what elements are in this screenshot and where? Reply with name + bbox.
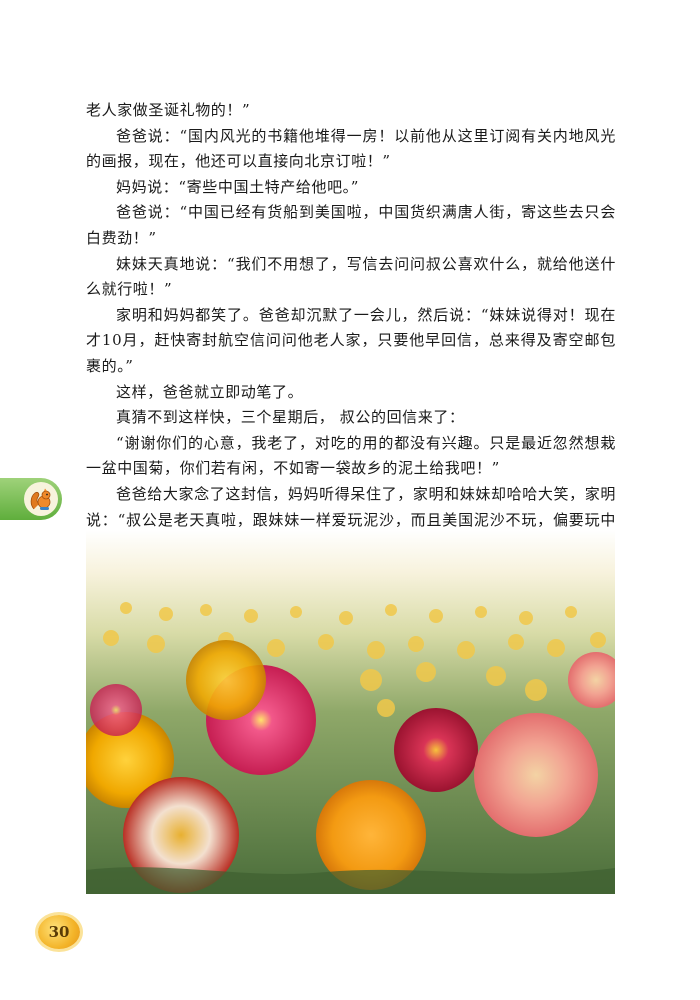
paragraph: 爸爸说：“国内风光的书籍他堆得一房！以前他从这里订阅有关内地风光的画报，现在，他… [86, 126, 616, 171]
paragraph: 真猜不到这样快，三个星期后， 叔公的回信来了： [116, 408, 465, 427]
paragraph: 爸爸说：“中国已经有货船到美国啦，中国货织满唐人街，寄这些去只会白费劲！” [86, 203, 616, 247]
page-number-badge: 30 [38, 915, 80, 949]
chrysanthemum-field-photo [86, 530, 615, 894]
paragraph: 妹妹天真地说：“我们不用想了，写信去问问叔公喜欢什么，就给他送什么就行啦！” [86, 254, 616, 299]
paragraph: “谢谢你们的心意，我老了，对吃的用的都没有兴趣。只是最近忽然想栽一盆中国菊，你们… [86, 433, 616, 478]
chapter-side-tab [0, 478, 62, 520]
textbook-page: 老人家做圣诞礼物的！” 爸爸说：“国内风光的书籍他堆得一房！以前他从这里订阅有关… [0, 0, 700, 1000]
paragraph: 家明和妈妈都笑了。爸爸却沉默了一会儿，然后说：“妹妹说得对！现在才10月，赶快寄… [86, 305, 616, 375]
paragraph: 妈妈说：“寄些中国土特产给他吧。” [116, 177, 360, 196]
squirrel-icon [30, 488, 51, 510]
story-text: 老人家做圣诞礼物的！” 爸爸说：“国内风光的书籍他堆得一房！以前他从这里订阅有关… [86, 98, 616, 559]
paragraph: 这样，爸爸就立即动笔了。 [116, 382, 304, 401]
page-number: 30 [48, 923, 70, 941]
paragraph: 老人家做圣诞礼物的！” [86, 101, 251, 119]
